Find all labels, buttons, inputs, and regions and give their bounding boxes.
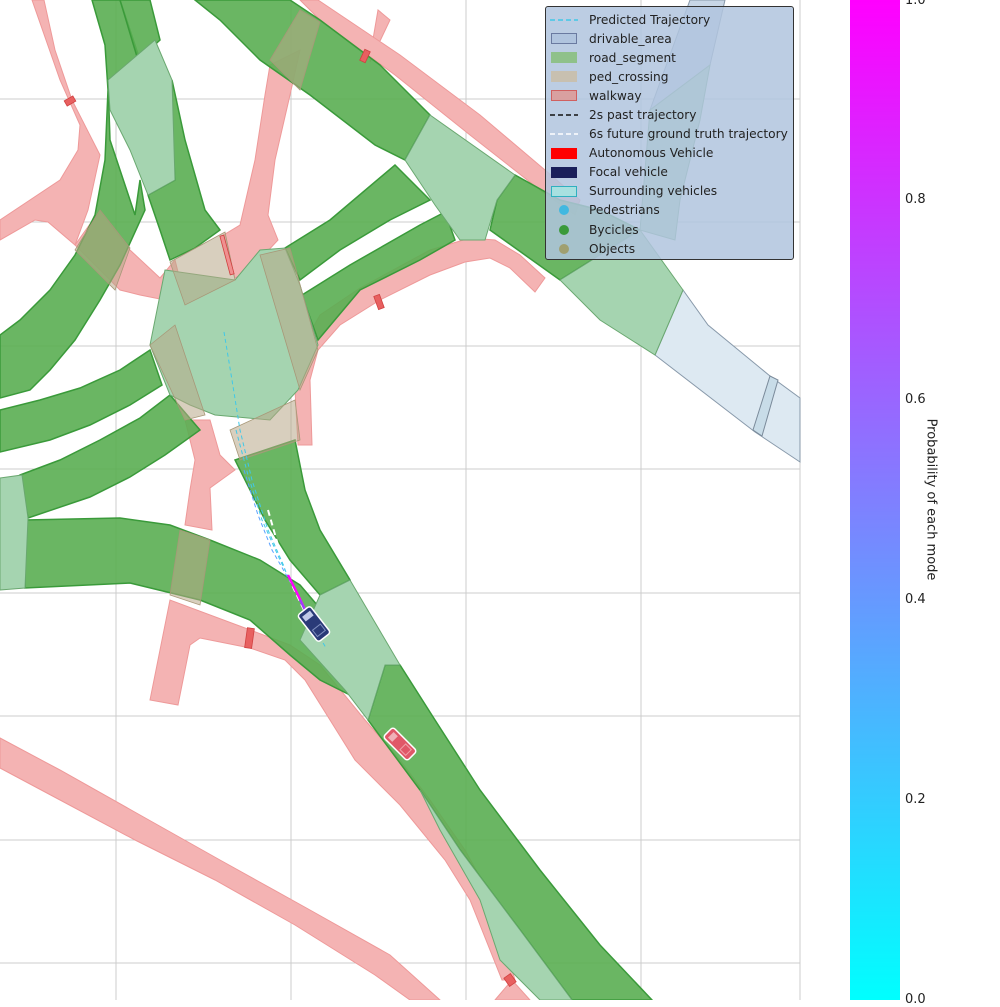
walkway-north bbox=[221, 49, 301, 279]
colorbar-tick: 1.0 bbox=[905, 0, 926, 8]
legend-item: Autonomous Vehicle bbox=[550, 144, 793, 163]
walkway-west-south bbox=[184, 419, 236, 531]
legend-item: 6s future ground truth trajectory bbox=[550, 125, 793, 144]
legend-symbol bbox=[550, 33, 578, 45]
legend-item: road_segment bbox=[550, 48, 793, 67]
legend-item: Objects bbox=[550, 239, 793, 258]
colorbar-tick: 0.6 bbox=[905, 392, 926, 407]
legend-label: Pedestrians bbox=[589, 203, 660, 218]
colorbar-tick: 0.8 bbox=[905, 192, 926, 207]
lane-west-edge bbox=[0, 474, 29, 591]
legend-item: Focal vehicle bbox=[550, 163, 793, 182]
legend-symbol bbox=[550, 109, 578, 121]
legend-item: ped_crossing bbox=[550, 67, 793, 86]
colorbar-label: Probability of each mode bbox=[923, 418, 939, 581]
legend-label: Objects bbox=[589, 241, 636, 256]
legend-symbol bbox=[550, 128, 578, 140]
legend-item: walkway bbox=[550, 86, 793, 105]
legend-label: Bycicles bbox=[589, 222, 639, 237]
walkway-northwest bbox=[0, 0, 101, 246]
legend-symbol bbox=[550, 52, 578, 64]
legend-item: Bycicles bbox=[550, 220, 793, 239]
legend-symbol bbox=[550, 243, 578, 255]
legend-label: ped_crossing bbox=[589, 69, 669, 84]
legend-label: Focal vehicle bbox=[589, 165, 668, 180]
legend-symbol bbox=[550, 90, 578, 102]
legend-symbol bbox=[550, 14, 578, 26]
legend-symbol bbox=[550, 166, 578, 178]
colorbar-tick: 0.2 bbox=[905, 792, 926, 807]
legend-symbol bbox=[550, 185, 578, 197]
legend-symbol bbox=[550, 224, 578, 236]
legend-label: 2s past trajectory bbox=[589, 108, 697, 123]
colorbar bbox=[850, 0, 900, 1000]
legend-symbol bbox=[550, 204, 578, 216]
drivable-area-east bbox=[654, 288, 801, 463]
map-legend: Predicted Trajectory drivable_area road_se… bbox=[545, 6, 794, 260]
legend-symbol bbox=[550, 71, 578, 83]
legend-item: drivable_area bbox=[550, 29, 793, 48]
legend-item: Predicted Trajectory bbox=[550, 10, 793, 29]
legend-item: 2s past trajectory bbox=[550, 105, 793, 124]
walkway-central-curve bbox=[294, 237, 546, 446]
legend-item: Surrounding vehicles bbox=[550, 182, 793, 201]
legend-item: Pedestrians bbox=[550, 201, 793, 220]
legend-label: drivable_area bbox=[589, 31, 672, 46]
colorbar-tick: 0.4 bbox=[905, 592, 926, 607]
legend-label: Predicted Trajectory bbox=[589, 12, 711, 27]
legend-symbol bbox=[550, 147, 578, 159]
legend-label: walkway bbox=[589, 88, 642, 103]
legend-label: Autonomous Vehicle bbox=[589, 146, 714, 161]
legend-label: Surrounding vehicles bbox=[589, 184, 718, 199]
legend-label: road_segment bbox=[589, 50, 676, 65]
legend-label: 6s future ground truth trajectory bbox=[589, 127, 788, 142]
